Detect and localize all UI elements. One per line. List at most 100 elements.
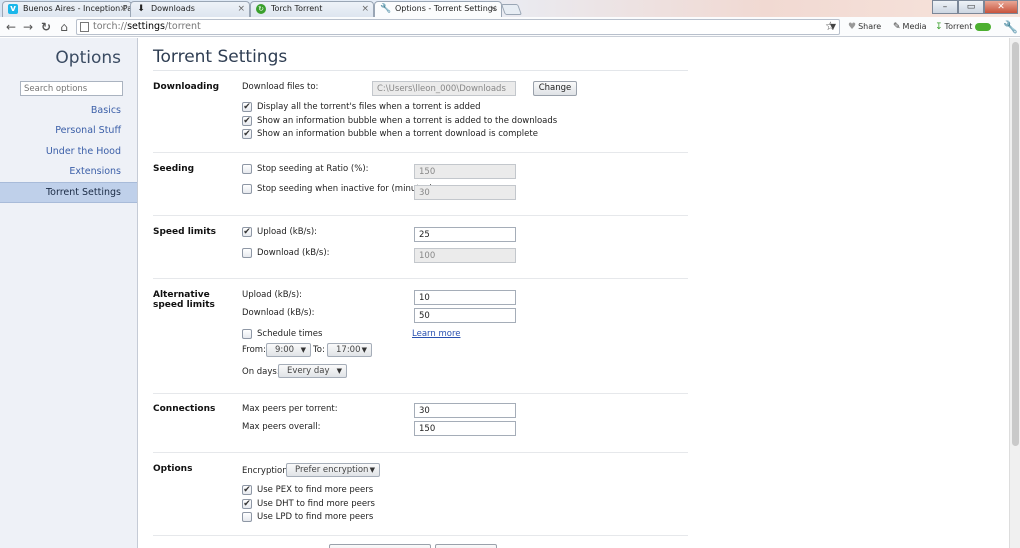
encryption-label: Encryption: bbox=[242, 466, 291, 476]
download-location-label: Download files to: bbox=[242, 82, 319, 92]
heart-icon: ♥ bbox=[848, 22, 857, 32]
chevron-down-icon: ▼ bbox=[300, 346, 306, 354]
tab-downloads[interactable]: ⬇ Downloads × bbox=[130, 1, 250, 17]
chevron-down-icon: ▼ bbox=[369, 466, 375, 474]
alt-download-input[interactable] bbox=[414, 308, 516, 323]
media-icon: ✎ bbox=[893, 22, 901, 32]
reload-icon[interactable]: ↻ bbox=[38, 19, 54, 35]
lpd-checkbox[interactable] bbox=[242, 512, 252, 522]
forward-arrow-icon[interactable]: → bbox=[20, 19, 36, 35]
url-text: torch://settings/torrent bbox=[93, 21, 201, 32]
divider bbox=[153, 278, 688, 279]
upload-limit-checkbox[interactable]: ✔ bbox=[242, 227, 252, 237]
share-button[interactable]: ♥ Share bbox=[848, 22, 881, 32]
minimize-icon[interactable]: – bbox=[932, 0, 958, 14]
upload-limit-label: Upload (kB/s): bbox=[257, 227, 318, 237]
max-peers-overall-label: Max peers overall: bbox=[242, 422, 321, 432]
bookmark-star-icon[interactable]: ☆ bbox=[825, 19, 836, 33]
page-title: Torrent Settings bbox=[153, 47, 288, 67]
stop-inactive-label: Stop seeding when inactive for (minutes)… bbox=[257, 184, 436, 194]
lpd-label: Use LPD to find more peers bbox=[257, 512, 374, 522]
footer-button[interactable] bbox=[329, 544, 431, 548]
display-files-label: Display all the torrent's files when a t… bbox=[257, 102, 481, 112]
schedule-times-label: Schedule times bbox=[257, 329, 323, 339]
sidebar-title: Options bbox=[55, 48, 121, 68]
change-button[interactable]: Change bbox=[533, 81, 577, 96]
settings-content: Torrent Settings Downloading Download fi… bbox=[139, 38, 1009, 548]
close-icon[interactable]: × bbox=[119, 2, 127, 16]
chevron-down-icon: ▼ bbox=[361, 346, 367, 354]
search-input[interactable] bbox=[20, 81, 123, 96]
stop-inactive-checkbox[interactable] bbox=[242, 184, 252, 194]
to-label: To: bbox=[313, 345, 325, 355]
max-peers-per-torrent-input[interactable] bbox=[414, 403, 516, 418]
media-button[interactable]: ✎ Media bbox=[893, 22, 927, 32]
display-files-checkbox[interactable]: ✔ bbox=[242, 102, 252, 112]
footer-button[interactable] bbox=[435, 544, 497, 548]
upload-limit-input[interactable] bbox=[414, 227, 516, 242]
divider bbox=[153, 393, 688, 394]
ratio-input bbox=[414, 164, 516, 179]
dht-checkbox[interactable]: ✔ bbox=[242, 499, 252, 509]
new-tab-button[interactable] bbox=[500, 4, 523, 15]
inactive-minutes-input bbox=[414, 185, 516, 200]
divider bbox=[153, 70, 688, 71]
to-time-select[interactable]: 17:00 ▼ bbox=[327, 343, 372, 357]
close-icon[interactable]: × bbox=[361, 2, 369, 16]
section-header-speed-limits: Speed limits bbox=[153, 227, 216, 237]
scrollbar[interactable] bbox=[1009, 38, 1020, 548]
home-icon[interactable]: ⌂ bbox=[56, 19, 72, 35]
stop-ratio-checkbox[interactable] bbox=[242, 164, 252, 174]
scrollbar-thumb[interactable] bbox=[1012, 42, 1019, 446]
dht-label: Use DHT to find more peers bbox=[257, 499, 375, 509]
pex-checkbox[interactable]: ✔ bbox=[242, 485, 252, 495]
torrent-button[interactable]: ↧ Torrent bbox=[935, 22, 992, 32]
maximize-icon[interactable]: ▭ bbox=[958, 0, 984, 14]
download-icon: ⬇ bbox=[137, 4, 145, 14]
address-bar[interactable]: torch://settings/torrent ▼ bbox=[76, 19, 840, 35]
sidebar-item-personal-stuff[interactable]: Personal Stuff bbox=[55, 125, 121, 136]
bubble-complete-checkbox[interactable]: ✔ bbox=[242, 129, 252, 139]
learn-more-link[interactable]: Learn more bbox=[412, 329, 460, 339]
bubble-added-checkbox[interactable]: ✔ bbox=[242, 116, 252, 126]
alt-download-label: Download (kB/s): bbox=[242, 308, 315, 318]
close-icon[interactable]: × bbox=[237, 2, 245, 16]
page-icon bbox=[80, 22, 89, 32]
window-controls: – ▭ ✕ bbox=[932, 0, 1018, 14]
tab-buenos-aires[interactable]: v Buenos Aires - Inception Pa × bbox=[2, 1, 132, 17]
schedule-times-checkbox[interactable] bbox=[242, 329, 252, 339]
torch-icon: ↻ bbox=[256, 4, 266, 14]
section-header-seeding: Seeding bbox=[153, 164, 195, 174]
section-header-alternative-speed-limits: Alternative speed limits bbox=[153, 290, 215, 310]
torrent-icon: ↧ bbox=[935, 22, 943, 32]
divider bbox=[153, 535, 688, 536]
days-select[interactable]: Every day ▼ bbox=[278, 364, 347, 378]
close-icon[interactable]: × bbox=[489, 2, 497, 16]
alt-upload-input[interactable] bbox=[414, 290, 516, 305]
download-limit-input bbox=[414, 248, 516, 263]
sidebar: Options Basics Personal Stuff Under the … bbox=[0, 38, 138, 548]
pex-label: Use PEX to find more peers bbox=[257, 485, 374, 495]
download-limit-checkbox[interactable] bbox=[242, 248, 252, 258]
back-arrow-icon[interactable]: ← bbox=[3, 19, 19, 35]
close-window-icon[interactable]: ✕ bbox=[984, 0, 1018, 14]
sidebar-item-basics[interactable]: Basics bbox=[91, 105, 121, 116]
max-peers-overall-input[interactable] bbox=[414, 421, 516, 436]
section-header-options: Options bbox=[153, 464, 193, 474]
from-time-select[interactable]: 9:00 ▼ bbox=[266, 343, 311, 357]
torrent-status-badge bbox=[975, 22, 992, 31]
tab-options-torrent-settings[interactable]: 🔧 Options - Torrent Settings × bbox=[374, 1, 502, 17]
download-location-field bbox=[372, 81, 516, 96]
chevron-down-icon: ▼ bbox=[336, 367, 342, 375]
divider bbox=[153, 152, 688, 153]
encryption-select[interactable]: Prefer encryption ▼ bbox=[286, 463, 380, 477]
stop-ratio-label: Stop seeding at Ratio (%): bbox=[257, 164, 369, 174]
bubble-complete-label: Show an information bubble when a torren… bbox=[257, 129, 538, 139]
sidebar-item-torrent-settings[interactable]: Torrent Settings bbox=[0, 182, 137, 203]
tab-torch-torrent[interactable]: ↻ Torch Torrent × bbox=[250, 1, 374, 17]
wrench-menu-icon[interactable]: 🔧 bbox=[1003, 20, 1018, 34]
sidebar-item-extensions[interactable]: Extensions bbox=[69, 166, 121, 177]
vimeo-icon: v bbox=[8, 4, 18, 14]
tab-strip: v Buenos Aires - Inception Pa × ⬇ Downlo… bbox=[0, 0, 1020, 17]
sidebar-item-under-the-hood[interactable]: Under the Hood bbox=[46, 146, 121, 157]
